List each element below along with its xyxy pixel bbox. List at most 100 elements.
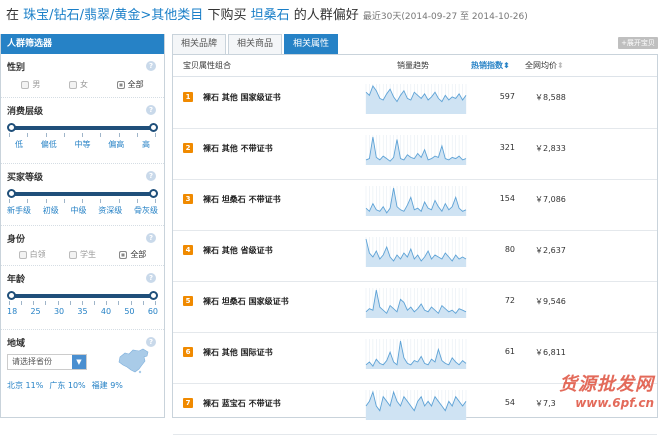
category-separator: > (140, 8, 152, 23)
region-stats: 北京 11% 广东 10% 福建 9% (7, 380, 158, 391)
checkbox-icon (68, 80, 77, 89)
table-row[interactable]: 3 裸石 坦桑石 不带证书 154 ￥7,086 (173, 180, 657, 231)
buyer-level-section: 买家等级 ? 新手级 初级 中级 资深级 骨灰级 (1, 164, 164, 226)
slider-label[interactable]: 50 (124, 307, 134, 316)
slider-handle-min[interactable] (7, 123, 16, 132)
tab-attributes[interactable]: 相关属性 (284, 34, 339, 54)
slider-label[interactable]: 高 (142, 139, 150, 150)
radio-checked-icon (119, 250, 128, 259)
breadcrumb-3[interactable]: 翡翠 (84, 8, 110, 23)
page-title: 在 珠宝/钻石/翡翠/黄金>其他类目 下购买 坦桑石 的人群偏好 最近30天(2… (6, 8, 528, 23)
breadcrumb-1[interactable]: 珠宝 (23, 8, 49, 23)
tab-products[interactable]: 相关商品 (228, 34, 283, 54)
attribute-combo[interactable]: 裸石 坦桑石 不带证书 (203, 194, 281, 205)
consume-title: 消费层级 (7, 107, 44, 117)
province-select[interactable]: 请选择省份 ▼ (7, 354, 87, 370)
radio-label: 全部 (127, 80, 144, 89)
sales-trend-sparkline (365, 237, 467, 267)
col-price-label: 全网均价 (525, 61, 557, 70)
age-slider[interactable] (7, 291, 158, 301)
attribute-combo[interactable]: 裸石 其他 省级证书 (203, 245, 273, 256)
help-icon[interactable]: ? (146, 273, 156, 283)
crowd-filter-sidebar: 人群筛选器 性别 ? 男 女 全部 消费层级 ? 低 偏低 中等 偏高 高 买家… (0, 34, 165, 418)
radio-label: 女 (79, 80, 88, 89)
slider-label[interactable]: 偏高 (108, 139, 124, 150)
tab-bar: 相关品牌 相关商品 相关属性 (172, 34, 339, 54)
gender-all-radio[interactable]: 全部 (116, 79, 144, 90)
help-icon[interactable]: ? (146, 171, 156, 181)
slider-handle-max[interactable] (149, 291, 158, 300)
slider-label[interactable]: 资深级 (98, 205, 122, 216)
slider-track (11, 126, 154, 130)
attribute-combo[interactable]: 裸石 坦桑石 国家级证书 (203, 296, 289, 307)
help-icon[interactable]: ? (146, 337, 156, 347)
sort-icon: ⬍ (557, 61, 564, 70)
slider-label[interactable]: 偏低 (41, 139, 57, 150)
table-row[interactable]: 4 裸石 其他 省级证书 80 ￥2,637 (173, 231, 657, 282)
buyer-level-slider[interactable] (7, 189, 158, 199)
identity-whitecollar-radio[interactable]: 白领 (18, 249, 46, 260)
help-icon[interactable]: ? (146, 105, 156, 115)
consume-slider[interactable] (7, 123, 158, 133)
identity-all-radio[interactable]: 全部 (119, 249, 146, 260)
sales-trend-sparkline (365, 339, 467, 369)
hot-index: 80 (504, 245, 515, 254)
chevron-down-icon[interactable]: ▼ (72, 355, 86, 369)
slider-label[interactable]: 18 (7, 307, 17, 316)
china-map-icon[interactable] (117, 348, 151, 374)
province-placeholder: 请选择省份 (12, 357, 52, 366)
checkbox-icon (21, 80, 30, 89)
hot-index: 54 (504, 398, 515, 407)
consume-labels: 低 偏低 中等 偏高 高 (7, 139, 158, 150)
table-row[interactable]: 5 裸石 坦桑石 国家级证书 72 ￥9,546 (173, 282, 657, 333)
slider-label[interactable]: 新手级 (7, 205, 31, 216)
table-row[interactable]: 1 裸石 其他 国家级证书 597 ￥8,588 (173, 78, 657, 129)
sales-trend-sparkline (365, 186, 467, 216)
age-labels: 18 25 30 35 40 50 60 (7, 307, 158, 316)
slider-label[interactable]: 60 (148, 307, 158, 316)
radio-label: 白领 (29, 250, 46, 259)
slider-label[interactable]: 40 (101, 307, 111, 316)
title-prefix: 在 (6, 8, 20, 23)
col-hot-sort[interactable]: 热销指数⬍ (471, 60, 510, 71)
help-icon[interactable]: ? (146, 233, 156, 243)
hot-index: 597 (499, 92, 515, 101)
table-row[interactable]: 2 裸石 其他 不带证书 321 ￥2,833 (173, 129, 657, 180)
slider-label[interactable]: 初级 (43, 205, 59, 216)
slider-label[interactable]: 低 (15, 139, 23, 150)
slider-label[interactable]: 25 (30, 307, 40, 316)
slider-handle-min[interactable] (7, 291, 16, 300)
slider-handle-max[interactable] (149, 123, 158, 132)
help-icon[interactable]: ? (146, 61, 156, 71)
attribute-combo[interactable]: 裸石 其他 国际证书 (203, 347, 273, 358)
buyer-level-labels: 新手级 初级 中级 资深级 骨灰级 (7, 205, 158, 216)
attribute-combo[interactable]: 裸石 蓝宝石 不带证书 (203, 398, 281, 409)
slider-label[interactable]: 30 (54, 307, 64, 316)
slider-handle-max[interactable] (149, 189, 158, 198)
breadcrumb-2[interactable]: 钻石 (54, 8, 80, 23)
watermark-title: 货源批发网 (559, 374, 654, 395)
attribute-combo[interactable]: 裸石 其他 不带证书 (203, 143, 273, 154)
breadcrumb-4[interactable]: 黄金 (114, 8, 140, 23)
slider-label[interactable]: 35 (77, 307, 87, 316)
expand-items-button[interactable]: +展开宝贝 (618, 37, 658, 49)
sales-trend-sparkline (365, 84, 467, 114)
gender-female-radio[interactable]: 女 (68, 79, 88, 90)
col-price-sort[interactable]: 全网均价⬍ (525, 60, 564, 71)
tab-brands[interactable]: 相关品牌 (172, 34, 227, 54)
slider-label[interactable]: 中级 (71, 205, 87, 216)
attribute-combo[interactable]: 裸石 其他 国家级证书 (203, 92, 281, 103)
title-keyword[interactable]: 坦桑石 (251, 8, 290, 23)
slider-handle-min[interactable] (7, 189, 16, 198)
slider-ticks (7, 199, 158, 204)
rank-badge: 5 (183, 296, 193, 306)
gender-male-radio[interactable]: 男 (21, 79, 40, 90)
slider-track (11, 192, 154, 196)
identity-student-radio[interactable]: 学生 (68, 249, 96, 260)
slider-label[interactable]: 骨灰级 (134, 205, 158, 216)
sales-trend-sparkline (365, 288, 467, 318)
slider-label[interactable]: 中等 (75, 139, 91, 150)
region-section: 地域 ? 请选择省份 ▼ 北京 11% 广东 10% 福建 9% (1, 330, 164, 406)
breadcrumb-category[interactable]: 其他类目 (151, 8, 203, 23)
region-stat: 广东 10% (49, 381, 86, 390)
